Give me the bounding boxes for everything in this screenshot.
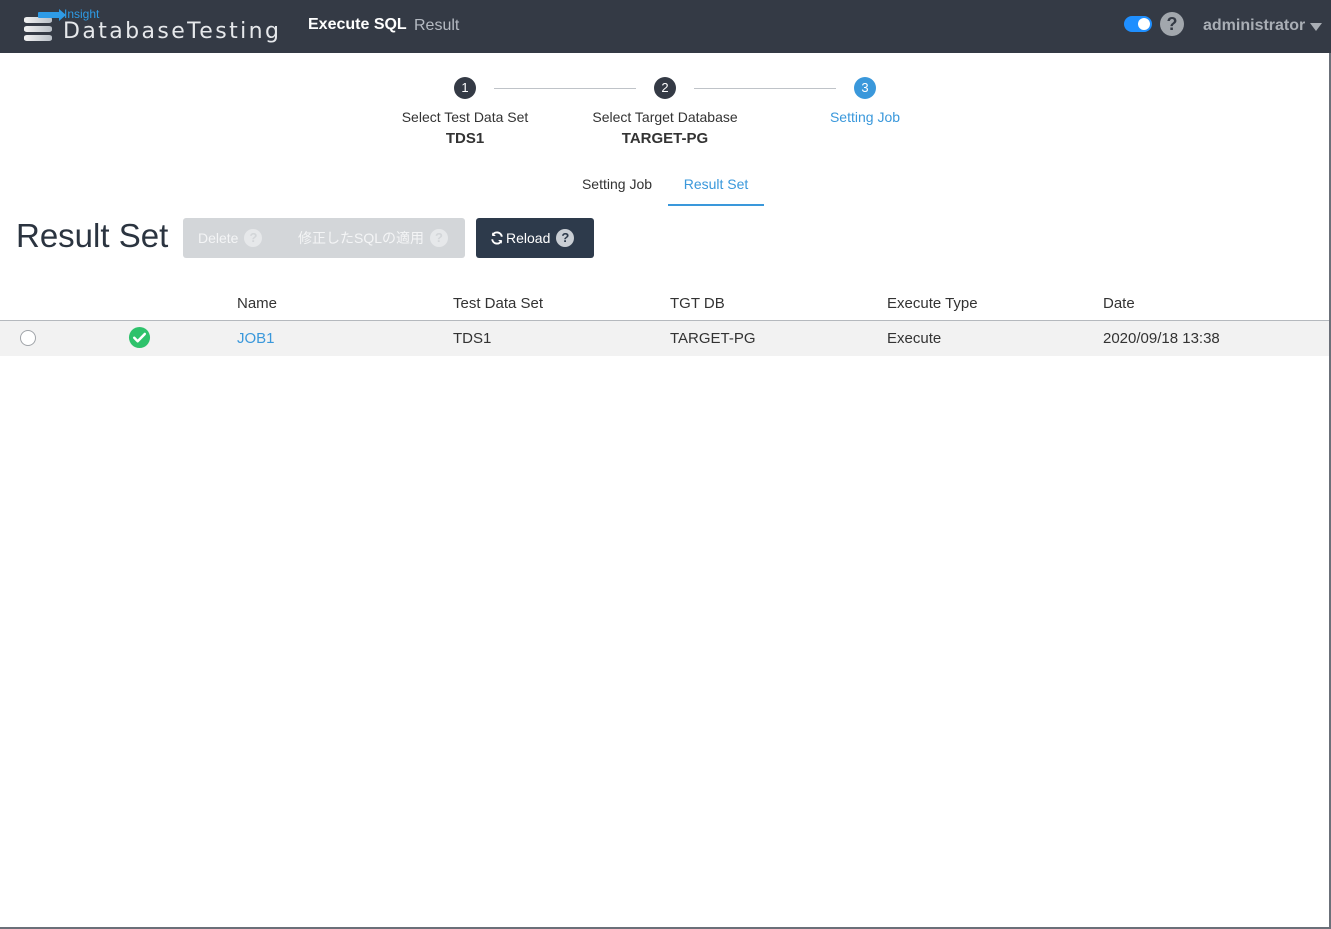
user-menu[interactable]: administrator <box>1203 17 1305 35</box>
column-header-execute-type[interactable]: Execute Type <box>887 295 978 312</box>
help-icon[interactable]: ? <box>430 228 449 247</box>
nav-result[interactable]: Result <box>414 17 459 35</box>
help-icon[interactable]: ? <box>556 228 575 247</box>
chevron-down-icon[interactable] <box>1310 23 1322 31</box>
page-title: Result Set <box>16 217 169 254</box>
cell-execute-type: Execute <box>887 330 942 347</box>
app-logo[interactable]: Insight DatabaseTesting <box>22 7 292 47</box>
top-navigation-bar: Insight DatabaseTesting Execute SQL Resu… <box>0 0 1331 53</box>
theme-toggle-switch[interactable] <box>1124 16 1152 32</box>
step-value: TARGET-PG <box>621 130 709 147</box>
reload-button-label: Reload <box>506 230 551 246</box>
apply-sql-button-label: 修正したSQLの適用 <box>298 230 425 246</box>
step-number: 2 <box>654 77 676 99</box>
delete-button-label: Delete <box>198 230 239 246</box>
step-select-test-data-set[interactable]: 1 Select Test Data Set TDS1 <box>375 77 555 147</box>
logo-product-name: DatabaseTesting <box>63 19 282 44</box>
step-value: TDS1 <box>445 130 485 147</box>
column-header-test-data-set[interactable]: Test Data Set <box>453 295 543 312</box>
reload-button[interactable]: Reload? <box>476 218 594 258</box>
disabled-action-group: Delete? 修正したSQLの適用? <box>183 218 465 258</box>
job-name-link[interactable]: JOB1 <box>237 330 275 347</box>
table-row[interactable]: JOB1 TDS1 TARGET-PG Execute 2020/09/18 1… <box>0 321 1331 356</box>
delete-button[interactable]: Delete? <box>198 218 263 258</box>
step-number: 1 <box>454 77 476 99</box>
column-header-tgt-db[interactable]: TGT DB <box>670 295 725 312</box>
step-select-target-database[interactable]: 2 Select Target Database TARGET-PG <box>575 77 755 147</box>
step-title: Setting Job <box>829 109 901 125</box>
cell-test-data-set: TDS1 <box>453 330 492 347</box>
refresh-icon <box>491 231 503 245</box>
cell-tgt-db: TARGET-PG <box>670 330 756 347</box>
column-header-name[interactable]: Name <box>237 295 277 312</box>
apply-modified-sql-button[interactable]: 修正したSQLの適用? <box>298 218 449 258</box>
help-icon[interactable]: ? <box>244 228 263 247</box>
step-title: Select Test Data Set <box>401 109 529 125</box>
tab-setting-job[interactable]: Setting Job <box>570 170 664 206</box>
tab-result-set[interactable]: Result Set <box>668 170 764 206</box>
cell-date: 2020/09/18 13:38 <box>1103 330 1220 347</box>
check-circle-icon <box>128 326 151 349</box>
help-icon[interactable]: ? <box>1160 12 1184 36</box>
database-stack-icon <box>24 9 66 43</box>
nav-execute-sql[interactable]: Execute SQL <box>308 16 407 34</box>
column-header-date[interactable]: Date <box>1103 295 1135 312</box>
step-setting-job[interactable]: 3 Setting Job <box>775 77 955 125</box>
row-select-radio[interactable] <box>20 330 36 346</box>
step-number: 3 <box>854 77 876 99</box>
step-title: Select Target Database <box>592 109 738 125</box>
